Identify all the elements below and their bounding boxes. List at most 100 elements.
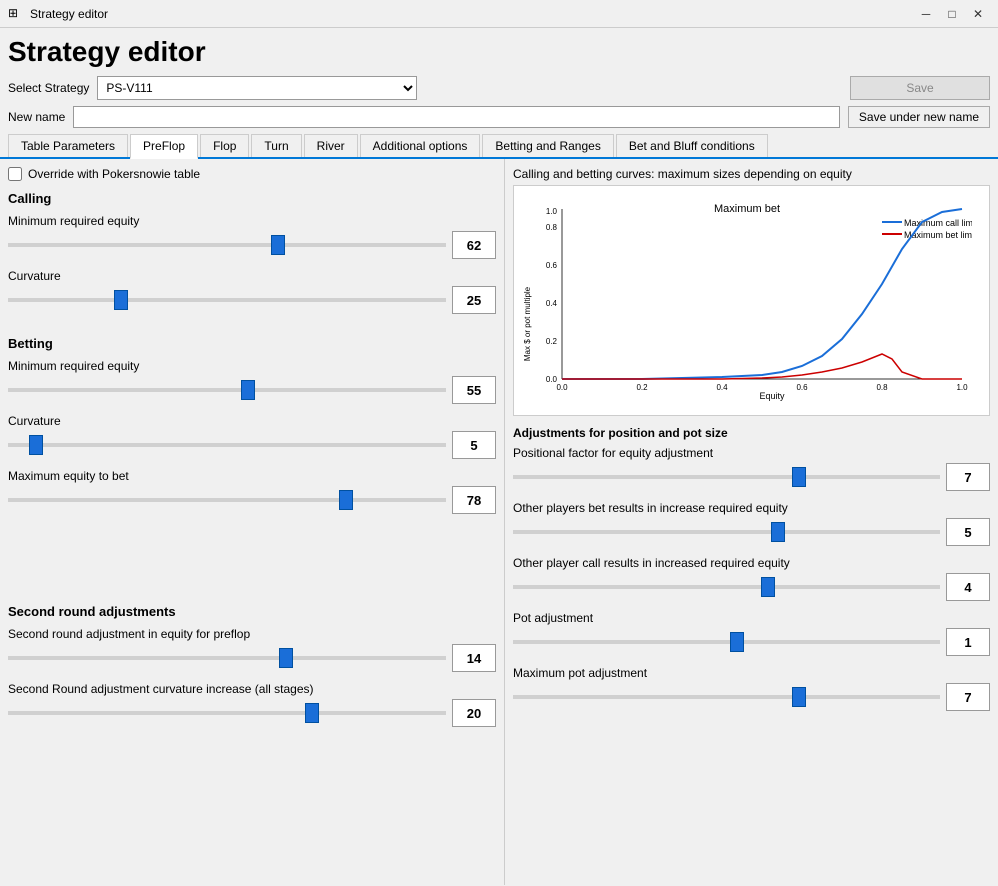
betting-min-equity-slider[interactable] xyxy=(8,388,446,392)
positional-factor-slider[interactable] xyxy=(513,475,940,479)
override-row: Override with Pokersnowie table xyxy=(8,167,496,181)
equity-adj-label: Second round adjustment in equity for pr… xyxy=(8,627,496,641)
calling-min-equity-slider[interactable] xyxy=(8,243,446,247)
select-strategy-label: Select Strategy xyxy=(8,81,89,95)
svg-text:0.2: 0.2 xyxy=(636,383,648,392)
tab-preflop[interactable]: PreFlop xyxy=(130,134,198,159)
adj-title: Adjustments for position and pot size xyxy=(513,426,990,440)
max-pot-adj-label: Maximum pot adjustment xyxy=(513,666,990,680)
betting-max-equity-slider[interactable] xyxy=(8,498,446,502)
calling-curvature-label: Curvature xyxy=(8,269,496,283)
betting-title: Betting xyxy=(8,336,496,351)
equity-chart: Maximum bet Maximum call limit Maximum b… xyxy=(522,194,972,404)
tab-betting-ranges[interactable]: Betting and Ranges xyxy=(482,134,613,157)
new-name-input[interactable] xyxy=(73,106,840,128)
save-new-button[interactable]: Save under new name xyxy=(848,106,990,128)
toolbar: Select Strategy PS-V111 PS-V112 PS-V113 … xyxy=(0,72,998,104)
pot-adj-slider[interactable] xyxy=(513,640,940,644)
betting-curvature-track xyxy=(8,435,446,455)
pot-adj-container: 1 xyxy=(513,628,990,656)
override-label: Override with Pokersnowie table xyxy=(28,167,200,181)
curvature-adj-track xyxy=(8,703,446,723)
legend-call: Maximum call limit xyxy=(904,218,972,228)
other-call-row: Other player call results in increased r… xyxy=(513,556,990,601)
calling-curvature-slider[interactable] xyxy=(8,298,446,302)
max-pot-adj-row: Maximum pot adjustment 7 xyxy=(513,666,990,711)
chart-title: Calling and betting curves: maximum size… xyxy=(513,167,990,181)
positional-factor-container: 7 xyxy=(513,463,990,491)
calling-curvature-value: 25 xyxy=(452,286,496,314)
tab-flop[interactable]: Flop xyxy=(200,134,249,157)
betting-min-equity-value: 55 xyxy=(452,376,496,404)
positional-factor-row: Positional factor for equity adjustment … xyxy=(513,446,990,491)
y-axis-label: Max $ or pot multiple xyxy=(523,286,532,361)
chart-inner-title: Maximum bet xyxy=(714,203,780,215)
tab-table-parameters[interactable]: Table Parameters xyxy=(8,134,128,157)
pot-adj-row: Pot adjustment 1 xyxy=(513,611,990,656)
other-bet-row: Other players bet results in increase re… xyxy=(513,501,990,546)
minimize-button[interactable]: ─ xyxy=(914,4,938,24)
other-call-track xyxy=(513,577,940,597)
calling-title: Calling xyxy=(8,191,496,206)
curvature-adj-label: Second Round adjustment curvature increa… xyxy=(8,682,496,696)
right-panel: Calling and betting curves: maximum size… xyxy=(505,159,998,885)
calling-curvature-row: Curvature 25 xyxy=(8,269,496,314)
tabs-bar: Table Parameters PreFlop Flop Turn River… xyxy=(0,130,998,159)
positional-factor-label: Positional factor for equity adjustment xyxy=(513,446,990,460)
curvature-adj-row: Second Round adjustment curvature increa… xyxy=(8,682,496,727)
betting-min-equity-row: Minimum required equity 55 xyxy=(8,359,496,404)
other-bet-value: 5 xyxy=(946,518,990,546)
tab-bet-bluff[interactable]: Bet and Bluff conditions xyxy=(616,134,768,157)
save-button[interactable]: Save xyxy=(850,76,990,100)
tab-turn[interactable]: Turn xyxy=(251,134,301,157)
equity-adj-slider[interactable] xyxy=(8,656,446,660)
max-pot-adj-value: 7 xyxy=(946,683,990,711)
new-name-row: New name Save under new name xyxy=(0,104,998,130)
other-bet-label: Other players bet results in increase re… xyxy=(513,501,990,515)
title-bar: ⊞ Strategy editor ─ □ ✕ xyxy=(0,0,998,28)
calling-min-equity-track xyxy=(8,235,446,255)
strategy-select[interactable]: PS-V111 PS-V112 PS-V113 xyxy=(97,76,417,100)
max-pot-adj-track xyxy=(513,687,940,707)
svg-text:0.4: 0.4 xyxy=(716,383,728,392)
svg-text:1.0: 1.0 xyxy=(956,383,968,392)
calling-curvature-container: 25 xyxy=(8,286,496,314)
new-name-label: New name xyxy=(8,110,65,124)
betting-curvature-container: 5 xyxy=(8,431,496,459)
calling-curvature-track xyxy=(8,290,446,310)
betting-curvature-slider[interactable] xyxy=(8,443,446,447)
betting-min-equity-container: 55 xyxy=(8,376,496,404)
max-pot-adj-slider[interactable] xyxy=(513,695,940,699)
betting-max-equity-track xyxy=(8,490,446,510)
positional-factor-track xyxy=(513,467,940,487)
svg-text:0.4: 0.4 xyxy=(546,299,558,308)
maximize-button[interactable]: □ xyxy=(940,4,964,24)
page-title: Strategy editor xyxy=(0,28,998,72)
curvature-adj-value: 20 xyxy=(452,699,496,727)
betting-max-equity-row: Maximum equity to bet 78 xyxy=(8,469,496,514)
other-call-label: Other player call results in increased r… xyxy=(513,556,990,570)
other-call-slider[interactable] xyxy=(513,585,940,589)
svg-text:0.2: 0.2 xyxy=(546,337,558,346)
positional-factor-value: 7 xyxy=(946,463,990,491)
chart-container: Maximum bet Maximum call limit Maximum b… xyxy=(513,185,990,416)
pot-adj-value: 1 xyxy=(946,628,990,656)
other-bet-slider[interactable] xyxy=(513,530,940,534)
tab-additional-options[interactable]: Additional options xyxy=(360,134,481,157)
equity-adj-row: Second round adjustment in equity for pr… xyxy=(8,627,496,672)
window-controls: ─ □ ✕ xyxy=(914,4,990,24)
calling-min-equity-value: 62 xyxy=(452,231,496,259)
calling-min-equity-container: 62 xyxy=(8,231,496,259)
app-icon: ⊞ xyxy=(8,6,24,22)
close-button[interactable]: ✕ xyxy=(966,4,990,24)
override-checkbox[interactable] xyxy=(8,167,22,181)
tab-river[interactable]: River xyxy=(304,134,358,157)
betting-max-equity-value: 78 xyxy=(452,486,496,514)
curvature-adj-slider[interactable] xyxy=(8,711,446,715)
pot-adj-label: Pot adjustment xyxy=(513,611,990,625)
calling-min-equity-row: Minimum required equity 62 xyxy=(8,214,496,259)
betting-min-equity-track xyxy=(8,380,446,400)
adjustments-section: Adjustments for position and pot size Po… xyxy=(513,426,990,711)
betting-max-equity-label: Maximum equity to bet xyxy=(8,469,496,483)
svg-text:0.8: 0.8 xyxy=(546,223,558,232)
